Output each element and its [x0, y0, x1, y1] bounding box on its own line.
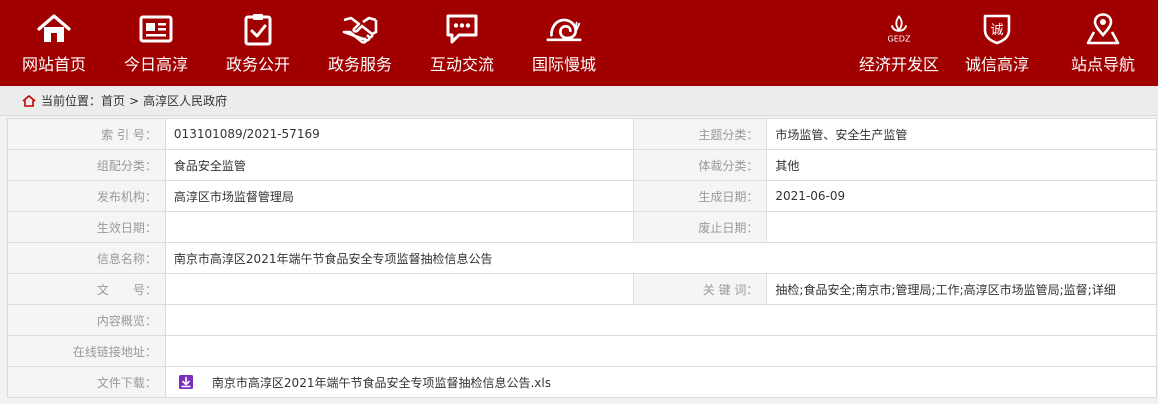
nav-item-label: 互动交流 — [429, 55, 494, 74]
nav-item-label: 政务服务 — [327, 55, 392, 74]
keywords-value: 抽检;食品安全;南京市;管理局;工作;高淳区市场监管局;监督;详细 — [766, 273, 1157, 305]
org-class-value: 食品安全监管 — [164, 149, 635, 181]
info-title-value: 南京市高淳区2021年端午节食品安全专项监督抽检信息公告 — [164, 242, 1158, 274]
keywords-label: 关 键 词： — [633, 273, 768, 305]
table-row: 内容概览： — [7, 304, 1158, 336]
doc-number-label: 文 号： — [7, 273, 166, 305]
info-title-label: 信息名称： — [7, 242, 166, 274]
table-row: 文 号： 关 键 词： 抽检;食品安全;南京市;管理局;工作;高淳区市场监管局;… — [7, 273, 1157, 305]
abolish-date-value — [766, 211, 1157, 243]
integrity-shield-icon: 诚 — [979, 12, 1015, 46]
publisher-label: 发布机构： — [7, 180, 166, 212]
table-row: 文件下载： 南京市高淳区2021年端午节食品安全专项监督抽检信息公告.xls — [7, 366, 1158, 398]
top-nav: 网站首页 今日高淳 政务公开 政务服务 互动交流 国际慢城 GEDZ 经济开发区… — [0, 0, 1158, 86]
nav-item-label: 诚信高淳 — [964, 55, 1029, 74]
home-icon — [36, 12, 72, 46]
nav-item-interaction[interactable]: 互动交流 — [420, 0, 504, 86]
nav-item-home[interactable]: 网站首页 — [12, 0, 96, 86]
nav-item-dev-zone[interactable]: GEDZ 经济开发区 — [857, 0, 941, 86]
created-date-label: 生成日期： — [633, 180, 768, 212]
nav-item-gov-affairs[interactable]: 政务公开 — [216, 0, 300, 86]
table-row: 发布机构： 高淳区市场监督管理局 生成日期： 2021-06-09 — [7, 180, 1157, 212]
nav-item-integrity[interactable]: 诚 诚信高淳 — [955, 0, 1039, 86]
nav-item-label: 站点导航 — [1070, 55, 1135, 74]
download-file-link[interactable]: 南京市高淳区2021年端午节食品安全专项监督抽检信息公告.xls — [212, 374, 551, 391]
nav-item-label: 国际慢城 — [531, 55, 596, 74]
breadcrumb-prefix: 当前位置： — [41, 94, 102, 108]
topic-value: 市场监管、安全生产监管 — [766, 118, 1157, 150]
download-cell: 南京市高淳区2021年端午节食品安全专项监督抽检信息公告.xls — [164, 366, 1158, 398]
effective-date-value — [164, 211, 635, 243]
nav-item-label: 网站首页 — [21, 55, 86, 74]
org-class-label: 组配分类： — [7, 149, 166, 181]
nav-item-label: 今日高淳 — [123, 55, 188, 74]
summary-label: 内容概览： — [7, 304, 166, 336]
table-row: 在线链接地址： — [7, 335, 1158, 367]
nav-item-label: 政务公开 — [225, 55, 290, 74]
table-row: 组配分类： 食品安全监管 体裁分类： 其他 — [7, 149, 1157, 181]
genre-value: 其他 — [766, 149, 1157, 181]
index-label: 索 引 号： — [7, 118, 166, 150]
map-pin-icon — [1085, 12, 1121, 46]
document-meta-table: 索 引 号： 013101089/2021-57169 主题分类： 市场监管、安… — [7, 118, 1158, 398]
index-value: 013101089/2021-57169 — [164, 118, 635, 150]
breadcrumb-home-link[interactable]: 首页 — [101, 92, 125, 109]
genre-label: 体裁分类： — [633, 149, 768, 181]
publisher-value: 高淳区市场监督管理局 — [164, 180, 635, 212]
abolish-date-label: 废止日期： — [633, 211, 768, 243]
clipboard-check-icon — [240, 12, 276, 46]
online-link-label: 在线链接地址： — [7, 335, 166, 367]
doc-number-value — [164, 273, 635, 305]
breadcrumb: 当前位置： 首页 > 高淳区人民政府 — [0, 86, 1158, 116]
gedz-logo-icon: GEDZ — [881, 12, 917, 46]
integrity-badge-char: 诚 — [990, 23, 1003, 38]
online-link-value — [164, 335, 1158, 367]
nav-item-today[interactable]: 今日高淳 — [114, 0, 198, 86]
nav-item-site-map[interactable]: 站点导航 — [1061, 0, 1145, 86]
table-row: 生效日期： 废止日期： — [7, 211, 1157, 243]
summary-value — [164, 304, 1158, 336]
download-icon[interactable] — [178, 374, 194, 390]
newspaper-icon — [138, 12, 174, 46]
nav-item-slow-city[interactable]: 国际慢城 — [522, 0, 606, 86]
topic-label: 主题分类： — [633, 118, 768, 150]
handshake-icon — [342, 12, 378, 46]
snail-icon — [546, 12, 582, 46]
gedz-logo-text: GEDZ — [887, 34, 911, 44]
download-label: 文件下载： — [7, 366, 166, 398]
chat-bubble-icon — [444, 12, 480, 46]
breadcrumb-current[interactable]: 高淳区人民政府 — [143, 92, 227, 109]
nav-item-gov-services[interactable]: 政务服务 — [318, 0, 402, 86]
nav-item-label: 经济开发区 — [858, 55, 939, 74]
effective-date-label: 生效日期： — [7, 211, 166, 243]
breadcrumb-separator: > — [129, 93, 140, 108]
created-date-value: 2021-06-09 — [766, 180, 1157, 212]
breadcrumb-home-icon — [22, 94, 36, 107]
table-row: 信息名称： 南京市高淳区2021年端午节食品安全专项监督抽检信息公告 — [7, 242, 1158, 274]
table-row: 索 引 号： 013101089/2021-57169 主题分类： 市场监管、安… — [7, 118, 1157, 150]
